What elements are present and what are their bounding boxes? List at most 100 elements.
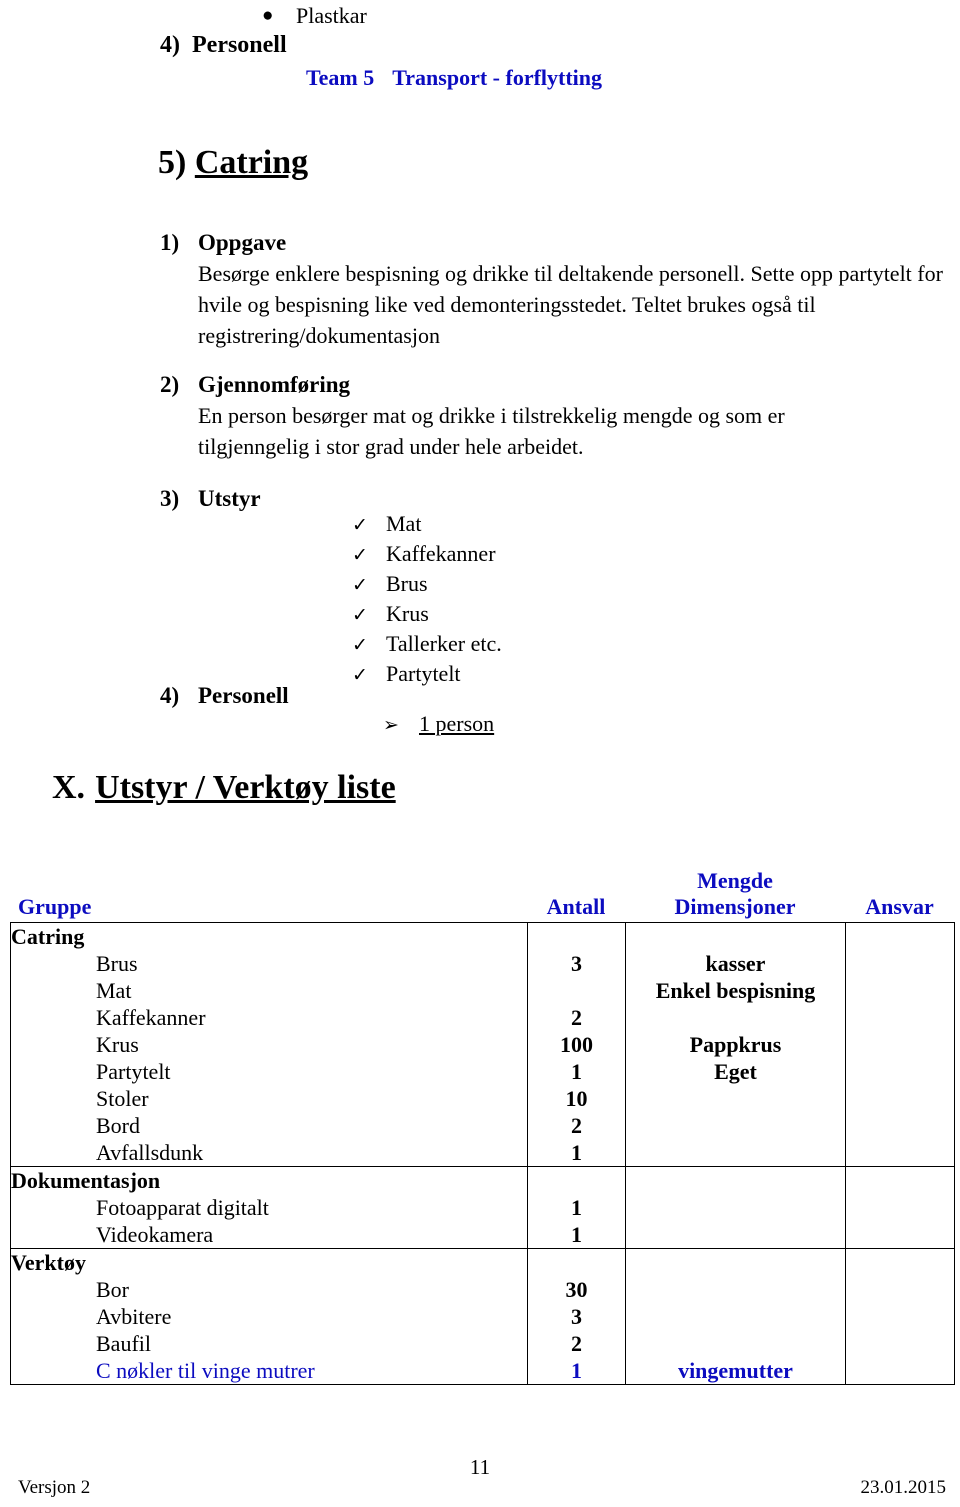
table-cell-ansvar <box>845 950 955 977</box>
table-cell-gruppe: Partytelt <box>10 1058 528 1085</box>
page-number: 11 <box>469 1455 491 1479</box>
table-cell-gruppe: Dokumentasjon <box>10 1166 528 1194</box>
table-cell-mengde: Eget <box>625 1058 846 1085</box>
table-row: Stoler 10 <box>10 1085 955 1112</box>
table-cell-ansvar <box>845 1303 955 1330</box>
table-cell-antall: 2 <box>527 1112 626 1139</box>
table-cell-gruppe: Stoler <box>10 1085 528 1112</box>
personell-count-value: 1 person <box>419 711 495 736</box>
subsection-gjennomforing-number: 2) <box>160 372 180 397</box>
table-cell-gruppe: Bor <box>10 1276 528 1303</box>
subsection-gjennomforing-label: Gjennomføring <box>198 372 351 397</box>
subsection-gjennomforing-heading: 2) Gjennomføring <box>160 370 840 400</box>
utstyr-checklist-item: ✓ Kaffekanner <box>352 540 502 570</box>
table-row: Brus 3 kasser <box>10 950 955 977</box>
footer-date: 23.01.2015 <box>860 1477 947 1498</box>
table-cell-mengde <box>625 922 846 950</box>
table-cell-mengde <box>625 1004 846 1031</box>
table-row: Videokamera 1 <box>10 1221 955 1249</box>
column-header-ansvar: Ansvar <box>865 894 934 919</box>
table-cell-mengde <box>625 1303 846 1330</box>
utstyr-checklist-item-label: Tallerker etc. <box>386 631 502 656</box>
table-cell-antall: 1 <box>527 1357 626 1385</box>
table-cell-ansvar <box>845 1221 955 1249</box>
table-cell-antall: 1 <box>527 1139 626 1167</box>
column-header-mengde-line1: Mengde <box>697 868 773 893</box>
table-cell-mengde <box>625 1221 846 1249</box>
table-cell-gruppe: Avbitere <box>10 1303 528 1330</box>
section-heading-catring: 5) Catring <box>158 142 308 184</box>
subsection-utstyr-label: Utstyr <box>198 486 261 511</box>
team-role: Transport - forflytting <box>392 65 603 90</box>
equipment-table: Catring Brus 3 kasser Mat Enkel bespisning… <box>10 922 955 1385</box>
table-cell-gruppe: Brus <box>10 950 528 977</box>
subsection-oppgave-body: Besørge enklere bespisning og drikke til… <box>198 261 943 348</box>
utstyr-liste-roman: X. <box>52 769 86 806</box>
section-number: 5) <box>158 144 187 181</box>
bullet-dot-icon: ● <box>262 5 274 26</box>
equipment-table-wrapper: Gruppe Antall Mengde Dimensjoner Ansvar … <box>10 866 955 1385</box>
bullet-item-label: Plastkar <box>296 3 367 28</box>
table-cell-antall <box>527 1248 626 1276</box>
checkmark-icon: ✓ <box>352 545 368 566</box>
table-cell-antall: 1 <box>527 1194 626 1221</box>
utstyr-checklist-item-label: Brus <box>386 571 428 596</box>
utstyr-checklist-item-label: Partytelt <box>386 661 461 686</box>
table-cell-gruppe: Videokamera <box>10 1221 528 1249</box>
table-cell-gruppe: C nøkler til vinge mutrer <box>10 1357 528 1385</box>
arrow-bullet-icon: ➢ <box>383 715 399 736</box>
subsection-personell-heading: 4) Personell <box>160 681 289 711</box>
checkmark-icon: ✓ <box>352 665 368 686</box>
utstyr-checklist-item: ✓ Mat <box>352 510 502 540</box>
table-row: Bord 2 <box>10 1112 955 1139</box>
table-cell-antall: 30 <box>527 1276 626 1303</box>
table-cell-antall <box>527 977 626 1004</box>
subsection-gjennomforing: 2) Gjennomføring En person besørger mat o… <box>160 370 840 462</box>
subsection-oppgave-label: Oppgave <box>198 230 287 255</box>
table-row: Krus 100 Pappkrus <box>10 1031 955 1058</box>
subsection-oppgave: 1) Oppgave Besørge enklere bespisning og … <box>160 228 950 351</box>
table-cell-gruppe: Bord <box>10 1112 528 1139</box>
equipment-table-header: Gruppe Antall Mengde Dimensjoner Ansvar <box>10 866 954 922</box>
table-row: Avbitere 3 <box>10 1303 955 1330</box>
subsection-oppgave-heading: 1) Oppgave <box>160 228 950 258</box>
table-cell-mengde <box>625 1112 846 1139</box>
table-cell-ansvar <box>845 1248 955 1276</box>
equipment-table-body: Catring Brus 3 kasser Mat Enkel bespisning… <box>10 922 955 1385</box>
table-cell-antall <box>527 1166 626 1194</box>
table-cell-ansvar <box>845 1085 955 1112</box>
table-cell-gruppe: Krus <box>10 1031 528 1058</box>
table-row: Baufil 2 <box>10 1330 955 1357</box>
table-cell-mengde: Pappkrus <box>625 1031 846 1058</box>
subsection-utstyr-number: 3) <box>160 486 180 511</box>
checkmark-icon: ✓ <box>352 605 368 626</box>
table-cell-antall: 100 <box>527 1031 626 1058</box>
table-cell-antall: 10 <box>527 1085 626 1112</box>
table-row: Avfallsdunk 1 <box>10 1139 955 1167</box>
utstyr-checklist-item: ✓ Krus <box>352 600 502 630</box>
table-cell-mengde <box>625 1194 846 1221</box>
section-heading-utstyr-liste: X. Utstyr / Verktøy liste <box>52 766 396 810</box>
bullet-list-item-plastkar: ● Plastkar <box>262 3 367 29</box>
table-group-row: Catring <box>10 922 955 950</box>
table-cell-gruppe: Catring <box>10 922 528 950</box>
checkmark-icon: ✓ <box>352 575 368 596</box>
table-cell-ansvar <box>845 1276 955 1303</box>
table-cell-mengde <box>625 1166 846 1194</box>
checkmark-icon: ✓ <box>352 515 368 536</box>
subsection-personell-label: Personell <box>198 683 289 708</box>
table-cell-mengde: kasser <box>625 950 846 977</box>
document-page: ● Plastkar 4) Personell Team 5 Transport -… <box>0 0 960 1507</box>
subsection-personell-number: 4) <box>160 683 180 708</box>
checkmark-icon: ✓ <box>352 635 368 656</box>
table-cell-mengde <box>625 1139 846 1167</box>
utstyr-liste-title: Utstyr / Verktøy liste <box>95 769 396 806</box>
team-name: Team 5 <box>306 65 375 90</box>
subsection-oppgave-number: 1) <box>160 230 180 255</box>
team-assignment-line: Team 5 Transport - forflytting <box>306 64 602 92</box>
table-cell-mengde <box>625 1085 846 1112</box>
table-cell-ansvar <box>845 1031 955 1058</box>
table-row: Kaffekanner 2 <box>10 1004 955 1031</box>
footer-version: Versjon 2 <box>18 1477 91 1498</box>
column-header-gruppe: Gruppe <box>18 894 92 919</box>
